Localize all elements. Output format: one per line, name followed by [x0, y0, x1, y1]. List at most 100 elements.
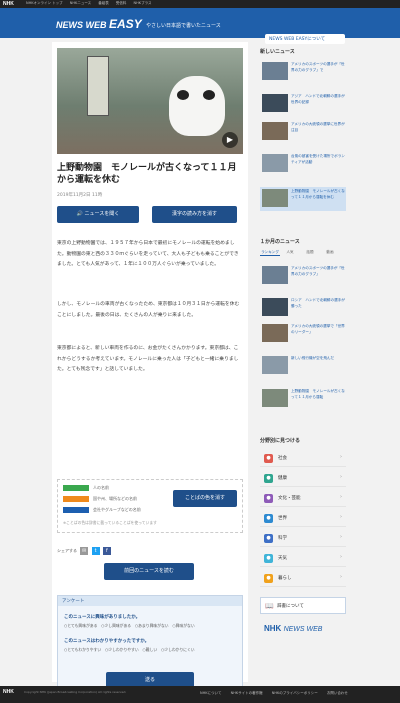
- chevron-right-icon: ›: [340, 494, 342, 500]
- play-icon[interactable]: ▶: [222, 132, 238, 148]
- news-item-title: ロシア ハンドで北朝鮮の選手が勝った: [291, 298, 345, 308]
- society-icon: ●: [264, 454, 273, 463]
- news-list-item[interactable]: アメリカのスポーツの選手が「世界の力のグラブ」で: [260, 60, 346, 84]
- article-paragraph: 東京の上野動物園では、１９５７年から日本で最初にモノレールの運転を始めました。動…: [57, 241, 239, 268]
- popular-list-item[interactable]: アメリカのスポーツの選手が「世界の力のグラブ」: [260, 264, 346, 288]
- tab[interactable]: 動画: [320, 250, 340, 255]
- article-headline: 上野動物園 モノレールが古くなって１１月から運転を休む: [57, 163, 237, 186]
- news-item-title: 台風の被害を受けた場所でボランティアが活動: [291, 154, 345, 164]
- previous-news-button[interactable]: 前回のニュースを読む: [104, 563, 194, 580]
- top-link[interactable]: NHKオンライン トップ: [26, 1, 63, 5]
- popular-list-item[interactable]: 新しい飛行機が空を飛んだ: [260, 354, 346, 378]
- tab[interactable]: 人気: [280, 250, 300, 255]
- listen-button[interactable]: 🔊 ニュースを聞く: [57, 206, 139, 223]
- legend-swatch: [63, 485, 89, 491]
- book-icon: 📖: [265, 602, 274, 610]
- survey-box: アンケート このニュースに興味がありましたか。 ○とても興味がある ○少し興味が…: [57, 595, 243, 695]
- news-list-item[interactable]: アメリカの大統領の選挙に世界が注目: [260, 120, 346, 144]
- category-label: 健康: [278, 476, 287, 481]
- article-column: ▶ 上野動物園 モノレールが古くなって１１月から運転を休む 2019年11月2日…: [52, 42, 248, 695]
- article-video[interactable]: ▶: [57, 48, 243, 154]
- site-tagline: やさしい日本語で書いたニュース: [146, 23, 221, 29]
- top-link[interactable]: 受信料: [116, 1, 127, 5]
- chevron-right-icon: ›: [340, 574, 342, 580]
- news-thumbnail: [262, 62, 288, 80]
- legend-note: ※ことばの色は辞書に載っていることばを使っています: [63, 520, 157, 525]
- news-thumbnail: [262, 94, 288, 112]
- reading-toggle-button[interactable]: 漢字の読み方を消す: [152, 206, 237, 223]
- top-links: NHKオンライン トップ NHKニュース 番組表 受信料 NHKプラス: [26, 1, 158, 6]
- news-item-title: アメリカのスポーツの選手が「世界の力のグラブ」: [291, 266, 345, 276]
- survey-options[interactable]: ○とても興味がある ○少し興味がある ○あまり興味がない ○興味がない: [64, 623, 195, 629]
- category-item[interactable]: ● 科学 ›: [260, 530, 346, 547]
- category-item[interactable]: ● 文化・芸能 ›: [260, 490, 346, 507]
- footer-link[interactable]: お問い合わせ: [327, 691, 348, 695]
- logo-news-web: NEWS WEB: [283, 626, 323, 633]
- footer: NHK Copyright NHK (Japan Broadcasting Co…: [0, 686, 400, 703]
- chevron-right-icon: ›: [340, 514, 342, 520]
- site-banner: NEWS WEB EASY やさしい日本語で書いたニュース NEWS WEB E…: [0, 8, 400, 44]
- category-item[interactable]: ● 健康 ›: [260, 470, 346, 487]
- news-item-title: 新しい飛行機が空を飛んだ: [291, 356, 335, 360]
- dictionary-button[interactable]: 📖 辞書について: [260, 597, 346, 614]
- world-icon: ●: [264, 514, 273, 523]
- popular-tabs: ランキング 人気 話題 動画: [260, 250, 346, 258]
- remove-color-button[interactable]: ことばの色を消す: [173, 490, 237, 507]
- mail-icon[interactable]: ✉: [80, 547, 89, 555]
- category-label: 文化・芸能: [278, 496, 301, 501]
- panda-image: [169, 76, 225, 136]
- survey-options[interactable]: ○とてもわかりやすい ○少しわかりやすい ○難しい ○少しわかりにくい: [64, 647, 195, 653]
- category-item[interactable]: ● 社会 ›: [260, 450, 346, 467]
- footer-link[interactable]: NHKのプライバシーポリシー: [272, 691, 318, 695]
- legend-swatch: [63, 507, 89, 513]
- culture-icon: ●: [264, 494, 273, 503]
- popular-list-item[interactable]: 上野動物園 モノレールが古くなって１１月から運転: [260, 387, 346, 411]
- popular-news-heading: １か月のニュース: [260, 239, 300, 245]
- category-item[interactable]: ● 天気 ›: [260, 550, 346, 567]
- top-link[interactable]: NHKニュース: [70, 1, 91, 5]
- nhk-logo[interactable]: NHK: [3, 1, 14, 7]
- news-item-title: アメリカの大統領の選挙に世界が注目: [291, 122, 345, 132]
- dictionary-label: 辞書について: [277, 604, 304, 609]
- news-thumbnail: [262, 356, 288, 374]
- news-list-item[interactable]: アジア ハンドで北朝鮮の選手が世界の記録: [260, 92, 346, 116]
- news-item-title: 上野動物園 モノレールが古くなって１１月から運転を休む: [291, 189, 345, 199]
- category-label: 世界: [278, 516, 287, 521]
- footer-logo[interactable]: NHK: [3, 689, 14, 695]
- tab[interactable]: ランキング: [260, 250, 280, 256]
- site-title-part: NEWS WEB: [56, 20, 107, 30]
- top-link[interactable]: 番組表: [98, 1, 109, 5]
- category-item[interactable]: ● 暮らし ›: [260, 570, 346, 587]
- site-title[interactable]: NEWS WEB EASY: [56, 17, 142, 31]
- article-paragraph: 東京都によると、新しい車両を作るのに、お金がたくさんかかります。東京都は、これか…: [57, 346, 239, 373]
- footer-link[interactable]: NHKについて: [200, 691, 221, 695]
- popular-list-item[interactable]: ロシア ハンドで北朝鮮の選手が勝った: [260, 296, 346, 320]
- survey-question: このニュースに興味がありましたか。: [64, 615, 141, 620]
- news-item-title: アメリカのスポーツの選手が「世界の力のグラブ」で: [291, 62, 345, 72]
- news-list-item[interactable]: 台風の被害を受けた場所でボランティアが活動: [260, 152, 346, 176]
- listen-label: ニュースを聞く: [84, 211, 120, 217]
- nhk-news-web-logo[interactable]: NHK NEWS WEB: [264, 624, 322, 633]
- category-item[interactable]: ● 世界 ›: [260, 510, 346, 527]
- new-news-heading: 新しいニュース: [260, 49, 295, 55]
- popular-list-item[interactable]: アメリカの大統領の選挙で「世界のリーダー」: [260, 322, 346, 346]
- footer-link[interactable]: NHKサイトの著作権: [231, 691, 263, 695]
- health-icon: ●: [264, 474, 273, 483]
- facebook-icon[interactable]: f: [102, 547, 111, 555]
- news-thumbnail: [262, 298, 288, 316]
- about-button[interactable]: NEWS WEB EASYについて: [265, 34, 345, 44]
- top-link[interactable]: NHKプラス: [134, 1, 152, 5]
- legend-label: 会社やグループなどの名前: [93, 507, 141, 512]
- news-item-title: アメリカの大統領の選挙で「世界のリーダー」: [291, 324, 345, 334]
- news-list-item-selected[interactable]: 上野動物園 モノレールが古くなって１１月から運転を休む: [260, 187, 346, 211]
- news-thumbnail: [262, 189, 288, 207]
- category-label: 天気: [278, 556, 287, 561]
- weather-icon: ●: [264, 554, 273, 563]
- category-label: 暮らし: [278, 576, 292, 581]
- category-label: 社会: [278, 456, 287, 461]
- color-legend: 人の名前 国や州、場所などの名前 会社やグループなどの名前 ことばの色を消す ※…: [57, 479, 243, 533]
- tab[interactable]: 話題: [300, 250, 320, 255]
- news-item-title: 上野動物園 モノレールが古くなって１１月から運転: [291, 389, 345, 399]
- article-date: 2019年11月2日 11時: [57, 193, 103, 198]
- twitter-icon[interactable]: t: [91, 547, 100, 555]
